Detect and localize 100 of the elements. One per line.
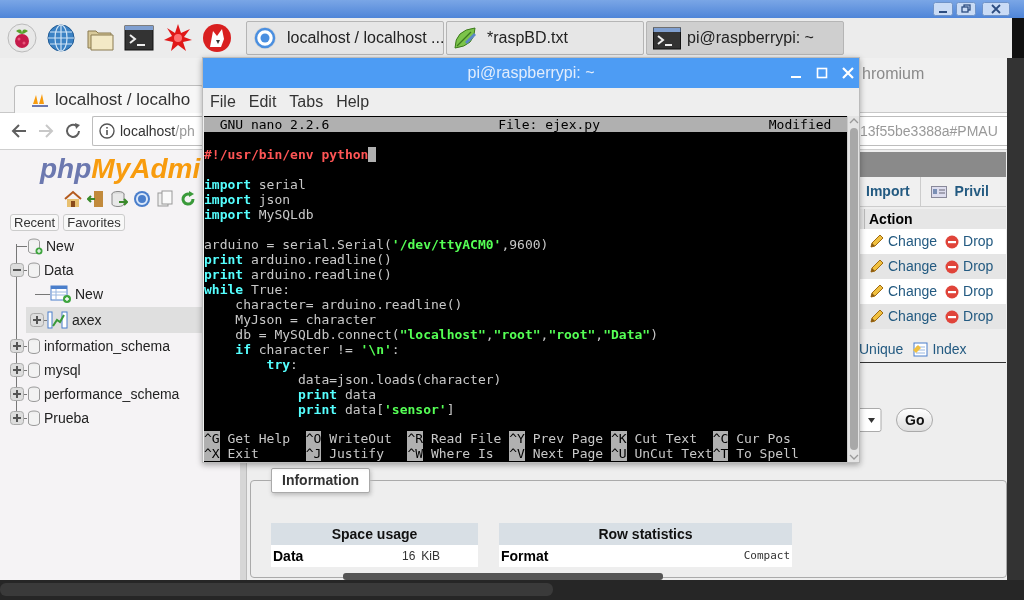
sidebar-tab-button[interactable]: Recent	[10, 214, 60, 231]
index-link[interactable]: Index	[912, 338, 967, 360]
menu-item[interactable]: File	[210, 90, 236, 114]
maximize-icon[interactable]	[815, 66, 829, 80]
window-title: hromium	[862, 64, 925, 84]
database-plus-icon	[27, 237, 43, 255]
code-text: data[	[343, 402, 385, 417]
code-text: import	[204, 177, 251, 192]
code-text: if	[234, 342, 251, 357]
code-text: arduino = serial.Serial(	[204, 237, 392, 252]
expand-icon[interactable]	[10, 363, 24, 377]
expand-icon[interactable]	[10, 339, 24, 353]
code-text: "root"	[493, 327, 541, 342]
tree-item[interactable]: New	[26, 282, 202, 306]
pencil-icon	[869, 284, 884, 299]
expand-icon[interactable]	[10, 411, 24, 425]
drop-link[interactable]: Drop	[945, 256, 994, 277]
shortcut-key: ^G	[204, 431, 220, 446]
table-cell-text: Compact	[743, 547, 790, 564]
starburst-icon[interactable]	[163, 23, 193, 53]
shortcut-label: Justify	[329, 446, 384, 461]
code-text: while	[204, 282, 244, 297]
table-cell-text: Format	[501, 546, 549, 566]
url-path-text: 13f55be3388a#PMAU	[860, 121, 998, 141]
code-text: print	[204, 267, 244, 282]
tree-item[interactable]: Data	[10, 258, 202, 282]
taskbar-button[interactable]: *raspBD.txt	[446, 21, 644, 55]
tree-label: Prueba	[44, 408, 90, 428]
close-icon[interactable]	[982, 2, 1010, 16]
tree-label: New	[46, 236, 74, 256]
change-link[interactable]: Change	[869, 306, 938, 327]
database-arrow-icon[interactable]	[110, 190, 128, 208]
code-text: '/dev/ttyACM0'	[391, 237, 502, 252]
code-text: ,	[485, 327, 494, 342]
tree-item[interactable]: performance_schema	[10, 382, 202, 406]
menu-item[interactable]: Help	[336, 90, 370, 114]
expand-icon[interactable]	[30, 313, 44, 327]
shortcut-key: ^U	[610, 446, 627, 461]
table-header: Space usage	[271, 523, 478, 545]
scrollbar-thumb[interactable]	[343, 573, 663, 580]
resize-handle[interactable]	[240, 463, 247, 580]
shortcut-label: To Spell	[736, 446, 799, 461]
code-text: arduino.readline()	[249, 267, 392, 282]
change-link[interactable]: Change	[869, 231, 938, 252]
tree-item[interactable]: New	[10, 234, 202, 258]
menu-item[interactable]: Edit	[248, 90, 277, 114]
table-cell-text: Data	[273, 546, 304, 566]
shortcut-key: ^V	[509, 446, 525, 461]
menu-item[interactable]: Tabs	[289, 90, 324, 114]
reload-icon[interactable]	[64, 122, 82, 140]
back-icon[interactable]	[10, 122, 28, 140]
code-text: 'sensor'	[384, 402, 447, 417]
go-button[interactable]: Go	[896, 408, 934, 432]
tree-item[interactable]: axex	[26, 307, 202, 333]
code-text: arduino.readline()	[249, 252, 392, 267]
globe-icon[interactable]	[46, 23, 76, 53]
chart-table-icon	[47, 310, 69, 330]
address-bar[interactable]: localhost/ph	[92, 116, 202, 146]
change-link[interactable]: Change	[869, 281, 938, 302]
tree-item[interactable]: Prueba	[10, 406, 202, 430]
scrollbar-thumb[interactable]	[849, 128, 858, 450]
restore-icon[interactable]	[956, 2, 976, 16]
code-text: print	[296, 387, 338, 402]
drop-link[interactable]: Drop	[945, 281, 994, 302]
collapse-icon[interactable]	[10, 263, 24, 277]
terminal-icon[interactable]	[124, 23, 154, 53]
raspberry-icon[interactable]	[7, 23, 37, 53]
table-cell-text: KiB	[421, 548, 440, 565]
code-text: ,	[540, 327, 549, 342]
door-icon[interactable]	[87, 190, 105, 208]
refresh-icon[interactable]	[179, 190, 197, 208]
code-text: MySQLdb	[257, 207, 314, 222]
shortcut-key: ^T	[712, 446, 729, 461]
change-link[interactable]: Change	[869, 256, 938, 277]
minimize-icon[interactable]	[933, 2, 953, 16]
tree-label: mysql	[44, 360, 81, 380]
modified-status: Modified	[768, 117, 832, 132]
taskbar-button[interactable]: pi@raspberrypi: ~	[646, 21, 844, 55]
tree-item[interactable]: mysql	[10, 358, 202, 382]
pencil-icon	[869, 234, 884, 249]
logo-text: MyAdmi	[91, 153, 201, 185]
drop-link[interactable]: Drop	[945, 231, 994, 252]
animal-head-icon[interactable]	[202, 23, 232, 53]
privileges-tab[interactable]: Privil	[920, 176, 989, 207]
home-icon[interactable]	[64, 190, 82, 208]
database-icon	[27, 385, 41, 403]
logo-text: php	[40, 153, 92, 185]
shortcut-key: ^Y	[509, 431, 525, 446]
nano-version: GNU nano 2.2.6	[219, 117, 330, 132]
unique-link[interactable]: Unique	[859, 338, 904, 360]
dropdown[interactable]	[859, 408, 882, 432]
drop-link[interactable]: Drop	[945, 306, 994, 327]
taskbar-button[interactable]: localhost / localhost ...	[246, 21, 444, 55]
code-text: '\n'	[360, 342, 392, 357]
sidebar-tab-button[interactable]: Favorites	[63, 214, 125, 231]
code-text: data=json.loads(character)	[296, 372, 502, 387]
code-text: ,	[595, 327, 604, 342]
tree-item[interactable]: information_schema	[10, 334, 202, 358]
browser-tab[interactable]: localhost / localho	[14, 85, 204, 113]
expand-icon[interactable]	[10, 387, 24, 401]
